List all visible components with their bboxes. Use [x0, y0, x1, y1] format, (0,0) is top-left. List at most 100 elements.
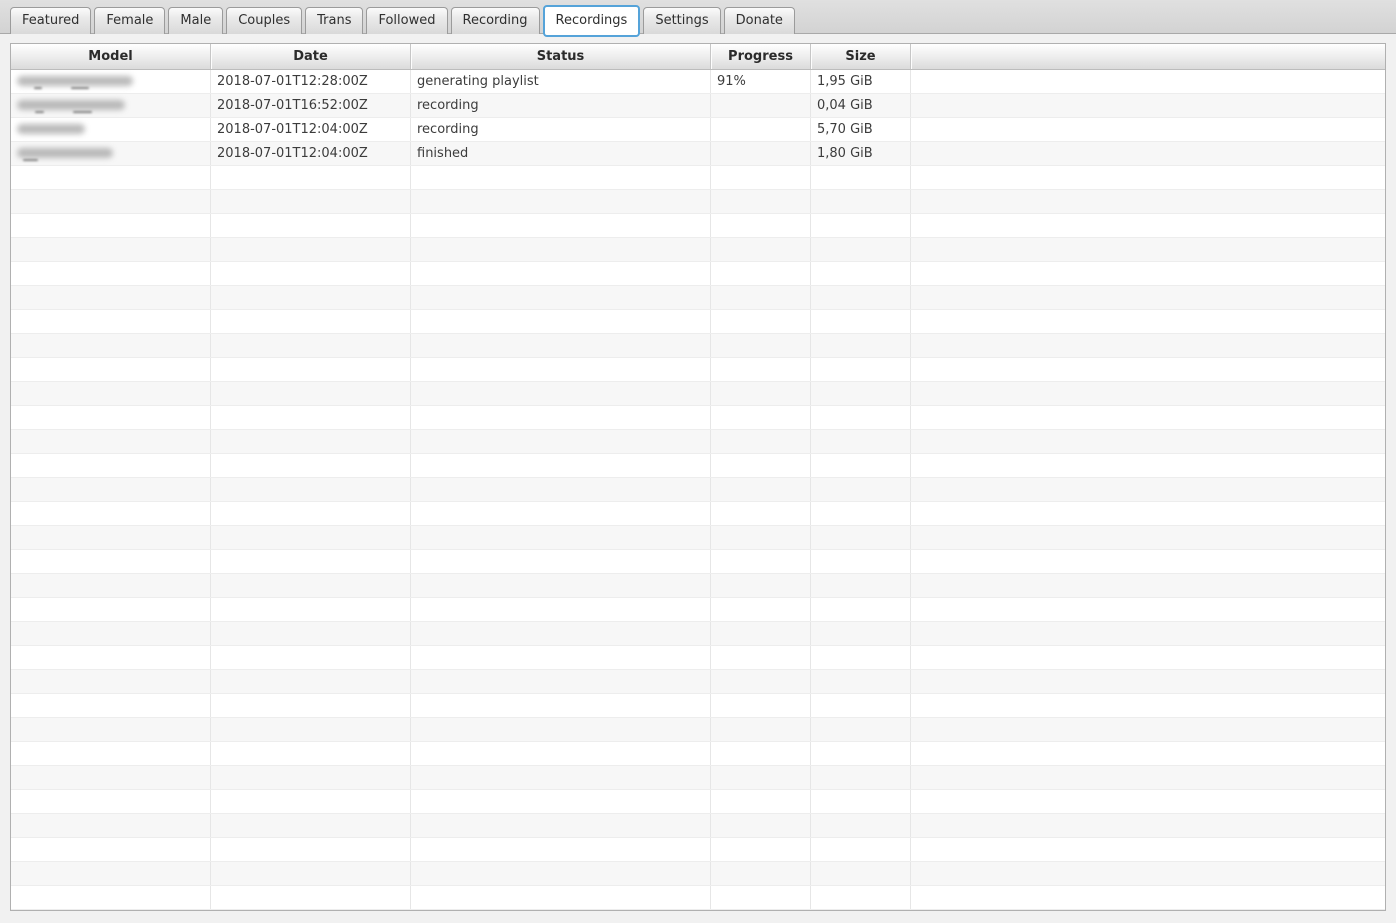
column-header-status[interactable]: Status — [411, 44, 711, 69]
table-row[interactable]: 2018-07-01T16:52:00Z recording 0,04 GiB — [11, 94, 1385, 118]
empty-table-row[interactable] — [11, 718, 1385, 742]
cell-status — [411, 694, 711, 717]
cell-status — [411, 718, 711, 741]
cell-status — [411, 886, 711, 909]
cell-status — [411, 670, 711, 693]
empty-table-row[interactable] — [11, 550, 1385, 574]
empty-table-row[interactable] — [11, 430, 1385, 454]
cell-date — [211, 790, 411, 813]
empty-table-row[interactable] — [11, 694, 1385, 718]
table-body: 2018-07-01T12:28:00Z generating playlist 9… — [11, 70, 1385, 910]
tab-recording[interactable]: Recording — [450, 7, 540, 34]
cell-model — [11, 238, 211, 261]
empty-table-row[interactable] — [11, 574, 1385, 598]
cell-model — [11, 406, 211, 429]
cell-status — [411, 790, 711, 813]
empty-table-row[interactable] — [11, 814, 1385, 838]
column-header-progress[interactable]: Progress — [711, 44, 811, 69]
redacted-model-name — [17, 70, 210, 93]
cell-filler — [911, 382, 1385, 405]
cell-date — [211, 838, 411, 861]
tab-male[interactable]: Male — [168, 7, 224, 34]
tab-recordings[interactable]: Recordings — [542, 5, 641, 37]
empty-table-row[interactable] — [11, 526, 1385, 550]
cell-size — [811, 454, 911, 477]
tab-couples[interactable]: Couples — [226, 7, 303, 34]
cell-progress — [711, 238, 811, 261]
cell-date — [211, 550, 411, 573]
cell-filler — [911, 214, 1385, 237]
cell-progress — [711, 646, 811, 669]
cell-status — [411, 646, 711, 669]
cell-model — [11, 622, 211, 645]
empty-table-row[interactable] — [11, 166, 1385, 190]
cell-date — [211, 382, 411, 405]
column-header-size[interactable]: Size — [811, 44, 911, 69]
cell-progress: 91% — [711, 70, 811, 93]
empty-table-row[interactable] — [11, 334, 1385, 358]
cell-size — [811, 790, 911, 813]
empty-table-row[interactable] — [11, 670, 1385, 694]
cell-progress — [711, 694, 811, 717]
empty-table-row[interactable] — [11, 454, 1385, 478]
cell-date — [211, 718, 411, 741]
table-row[interactable]: 2018-07-01T12:04:00Z recording 5,70 GiB — [11, 118, 1385, 142]
cell-progress — [711, 718, 811, 741]
tab-followed[interactable]: Followed — [366, 7, 448, 34]
tab-donate[interactable]: Donate — [723, 7, 795, 34]
redacted-model-name — [17, 94, 210, 117]
cell-status — [411, 454, 711, 477]
cell-progress — [711, 742, 811, 765]
cell-progress — [711, 598, 811, 621]
empty-table-row[interactable] — [11, 742, 1385, 766]
column-header-model[interactable]: Model — [11, 44, 211, 69]
cell-model — [11, 766, 211, 789]
empty-table-row[interactable] — [11, 790, 1385, 814]
empty-table-row[interactable] — [11, 502, 1385, 526]
empty-table-row[interactable] — [11, 478, 1385, 502]
cell-filler — [911, 742, 1385, 765]
empty-table-row[interactable] — [11, 838, 1385, 862]
cell-status — [411, 526, 711, 549]
empty-table-row[interactable] — [11, 262, 1385, 286]
cell-filler — [911, 358, 1385, 381]
empty-table-row[interactable] — [11, 286, 1385, 310]
empty-table-row[interactable] — [11, 886, 1385, 910]
cell-size — [811, 358, 911, 381]
empty-table-row[interactable] — [11, 766, 1385, 790]
column-header-date[interactable]: Date — [211, 44, 411, 69]
table-row[interactable]: 2018-07-01T12:28:00Z generating playlist 9… — [11, 70, 1385, 94]
tab-trans[interactable]: Trans — [305, 7, 364, 34]
empty-table-row[interactable] — [11, 190, 1385, 214]
cell-progress — [711, 814, 811, 837]
cell-model — [11, 550, 211, 573]
empty-table-row[interactable] — [11, 358, 1385, 382]
empty-table-row[interactable] — [11, 646, 1385, 670]
tab-female[interactable]: Female — [94, 7, 166, 34]
cell-date — [211, 238, 411, 261]
tab-featured[interactable]: Featured — [10, 7, 92, 34]
cell-progress — [711, 94, 811, 117]
cell-size — [811, 598, 911, 621]
empty-table-row[interactable] — [11, 598, 1385, 622]
cell-size — [811, 550, 911, 573]
empty-table-row[interactable] — [11, 214, 1385, 238]
cell-progress — [711, 622, 811, 645]
table-row[interactable]: 2018-07-01T12:04:00Z finished 1,80 GiB — [11, 142, 1385, 166]
cell-size — [811, 670, 911, 693]
empty-table-row[interactable] — [11, 238, 1385, 262]
empty-table-row[interactable] — [11, 310, 1385, 334]
cell-model — [11, 70, 211, 93]
empty-table-row[interactable] — [11, 382, 1385, 406]
cell-status: generating playlist — [411, 70, 711, 93]
tab-settings[interactable]: Settings — [643, 7, 721, 34]
cell-date — [211, 478, 411, 501]
cell-date: 2018-07-01T12:04:00Z — [211, 118, 411, 141]
cell-model — [11, 118, 211, 141]
empty-table-row[interactable] — [11, 406, 1385, 430]
cell-model — [11, 718, 211, 741]
cell-status — [411, 430, 711, 453]
empty-table-row[interactable] — [11, 862, 1385, 886]
empty-table-row[interactable] — [11, 622, 1385, 646]
tab-bar: Featured Female Male Couples Trans Followed Re… — [0, 0, 1396, 37]
